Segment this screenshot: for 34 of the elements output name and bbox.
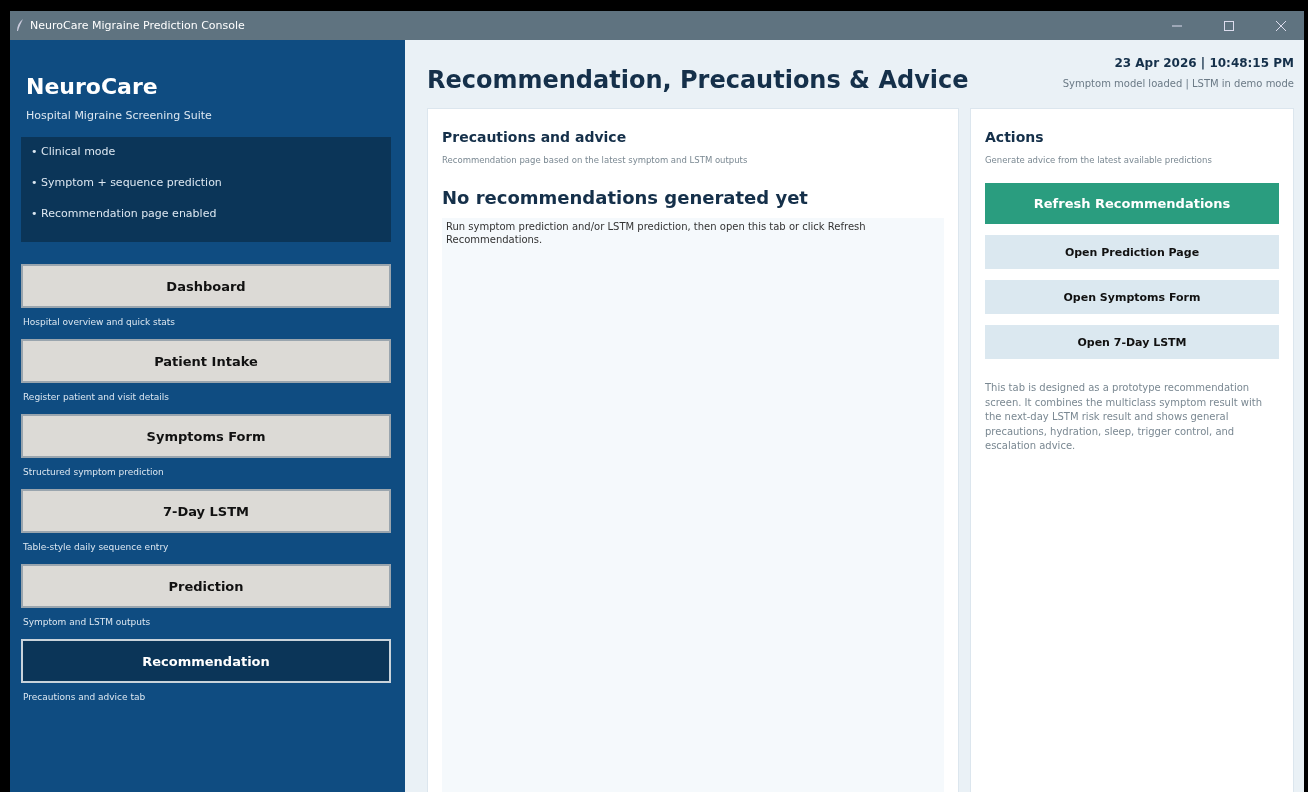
- feature-item: • Recommendation page enabled: [31, 207, 218, 222]
- nav-caption: Hospital overview and quick stats: [23, 317, 176, 329]
- maximize-icon[interactable]: [1224, 20, 1234, 31]
- nav-button[interactable]: 7-Day LSTM: [21, 489, 391, 533]
- app-brand: NeuroCare: [26, 74, 159, 99]
- page-title: Recommendation, Precautions & Advice: [427, 66, 969, 94]
- card-subtitle: Recommendation page based on the latest symptom and LSTM outputs: [442, 155, 749, 165]
- action-button[interactable]: Open Symptoms Form: [985, 280, 1279, 314]
- action-button[interactable]: Open 7-Day LSTM: [985, 325, 1279, 359]
- empty-heading: No recommendations generated yet: [442, 187, 809, 208]
- card-title: Actions: [985, 129, 1045, 145]
- date-time: 23 Apr 2026 | 10:48:15 PM: [1114, 56, 1294, 70]
- nav-button[interactable]: Prediction: [21, 564, 391, 608]
- info-note: This tab is designed as a prototype recommendation screen. It combines the multiclass symptom result with the next-day LSTM risk result and shows general precautions, hydration, sleep, trigger control, and escalation advice.: [985, 381, 1264, 453]
- nav-button[interactable]: Symptoms Form: [21, 414, 391, 458]
- nav-caption: Structured symptom prediction: [23, 467, 165, 479]
- app-subtitle: Hospital Migraine Screening Suite: [26, 109, 213, 122]
- card-subtitle: Generate advice from the latest available predictions: [985, 155, 1213, 165]
- window-title: NeuroCare Migraine Prediction Console: [30, 19, 246, 32]
- card-title: Precautions and advice: [442, 129, 628, 145]
- nav-button[interactable]: Patient Intake: [21, 339, 391, 383]
- action-button[interactable]: Open Prediction Page: [985, 235, 1279, 269]
- feature-item: • Symptom + sequence prediction: [31, 176, 223, 191]
- nav-caption: Precautions and advice tab: [23, 692, 147, 704]
- nav-caption: Register patient and visit details: [23, 392, 170, 404]
- feather-icon: [16, 19, 24, 32]
- nav-button[interactable]: Dashboard: [21, 264, 391, 308]
- close-icon[interactable]: [1276, 20, 1286, 31]
- nav-caption: Symptom and LSTM outputs: [23, 617, 152, 629]
- advice-text-area: Run symptom prediction and/or LSTM prediction, then open this tab or click Refresh Recommendations.: [442, 218, 944, 792]
- model-status: Symptom model loaded | LSTM in demo mode: [1062, 78, 1294, 89]
- feature-item: • Clinical mode: [31, 145, 117, 160]
- nav-button[interactable]: Recommendation: [21, 639, 391, 683]
- nav-caption: Table-style daily sequence entry: [23, 542, 170, 554]
